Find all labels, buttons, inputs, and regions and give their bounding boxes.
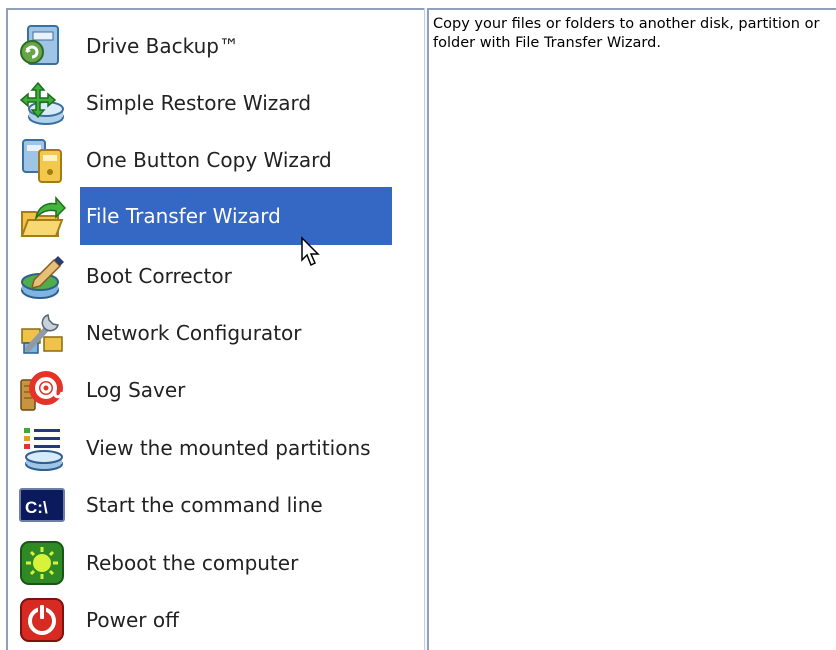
menu-item-label: One Button Copy Wizard (86, 148, 332, 172)
command-line-icon: C:\ (18, 481, 66, 529)
menu-item-label: File Transfer Wizard (80, 187, 392, 245)
svg-text:C:\: C:\ (25, 498, 48, 517)
copy-disk-icon (18, 136, 66, 184)
menu-item-label: Simple Restore Wizard (86, 91, 312, 115)
menu-item-label: View the mounted partitions (86, 436, 371, 460)
power-off-icon (18, 596, 66, 644)
menu-item-simple-restore-wizard[interactable]: Simple Restore Wizard (8, 73, 418, 129)
restore-icon (18, 79, 66, 127)
item-description: Copy your files or folders to another di… (433, 16, 820, 51)
menu-item-start-command-line[interactable]: C:\ Start the command line (8, 475, 418, 531)
menu-item-label: Reboot the computer (86, 551, 299, 575)
menu-item-view-mounted-partitions[interactable]: View the mounted partitions (8, 418, 418, 474)
tools-list: Drive Backup™ Simple Restore Wizard One … (8, 10, 424, 650)
network-config-icon (18, 309, 66, 357)
reboot-icon (18, 539, 66, 587)
menu-item-file-transfer-wizard[interactable]: File Transfer Wizard (8, 187, 418, 245)
boot-corrector-icon (18, 252, 66, 300)
menu-item-label: Drive Backup™ (86, 34, 239, 58)
menu-item-one-button-copy-wizard[interactable]: One Button Copy Wizard (8, 130, 418, 186)
menu-item-label: Power off (86, 608, 179, 632)
folder-transfer-icon (18, 194, 66, 242)
menu-item-power-off[interactable]: Power off (8, 590, 418, 646)
menu-item-label: Network Configurator (86, 321, 302, 345)
mouse-pointer-icon (301, 236, 320, 267)
menu-item-log-saver[interactable]: Log Saver (8, 360, 418, 416)
drive-backup-icon (18, 22, 66, 70)
menu-item-reboot-computer[interactable]: Reboot the computer (8, 533, 418, 589)
menu-item-label: Start the command line (86, 493, 323, 517)
description-pane: Copy your files or folders to another di… (429, 10, 836, 650)
menu-item-drive-backup[interactable]: Drive Backup™ (8, 16, 418, 72)
partitions-list-icon (18, 424, 66, 472)
menu-item-label: Log Saver (86, 378, 186, 402)
menu-item-network-configurator[interactable]: Network Configurator (8, 303, 418, 359)
menu-item-label: Boot Corrector (86, 264, 232, 288)
menu-item-boot-corrector[interactable]: Boot Corrector (8, 246, 418, 302)
log-saver-icon (18, 366, 66, 414)
